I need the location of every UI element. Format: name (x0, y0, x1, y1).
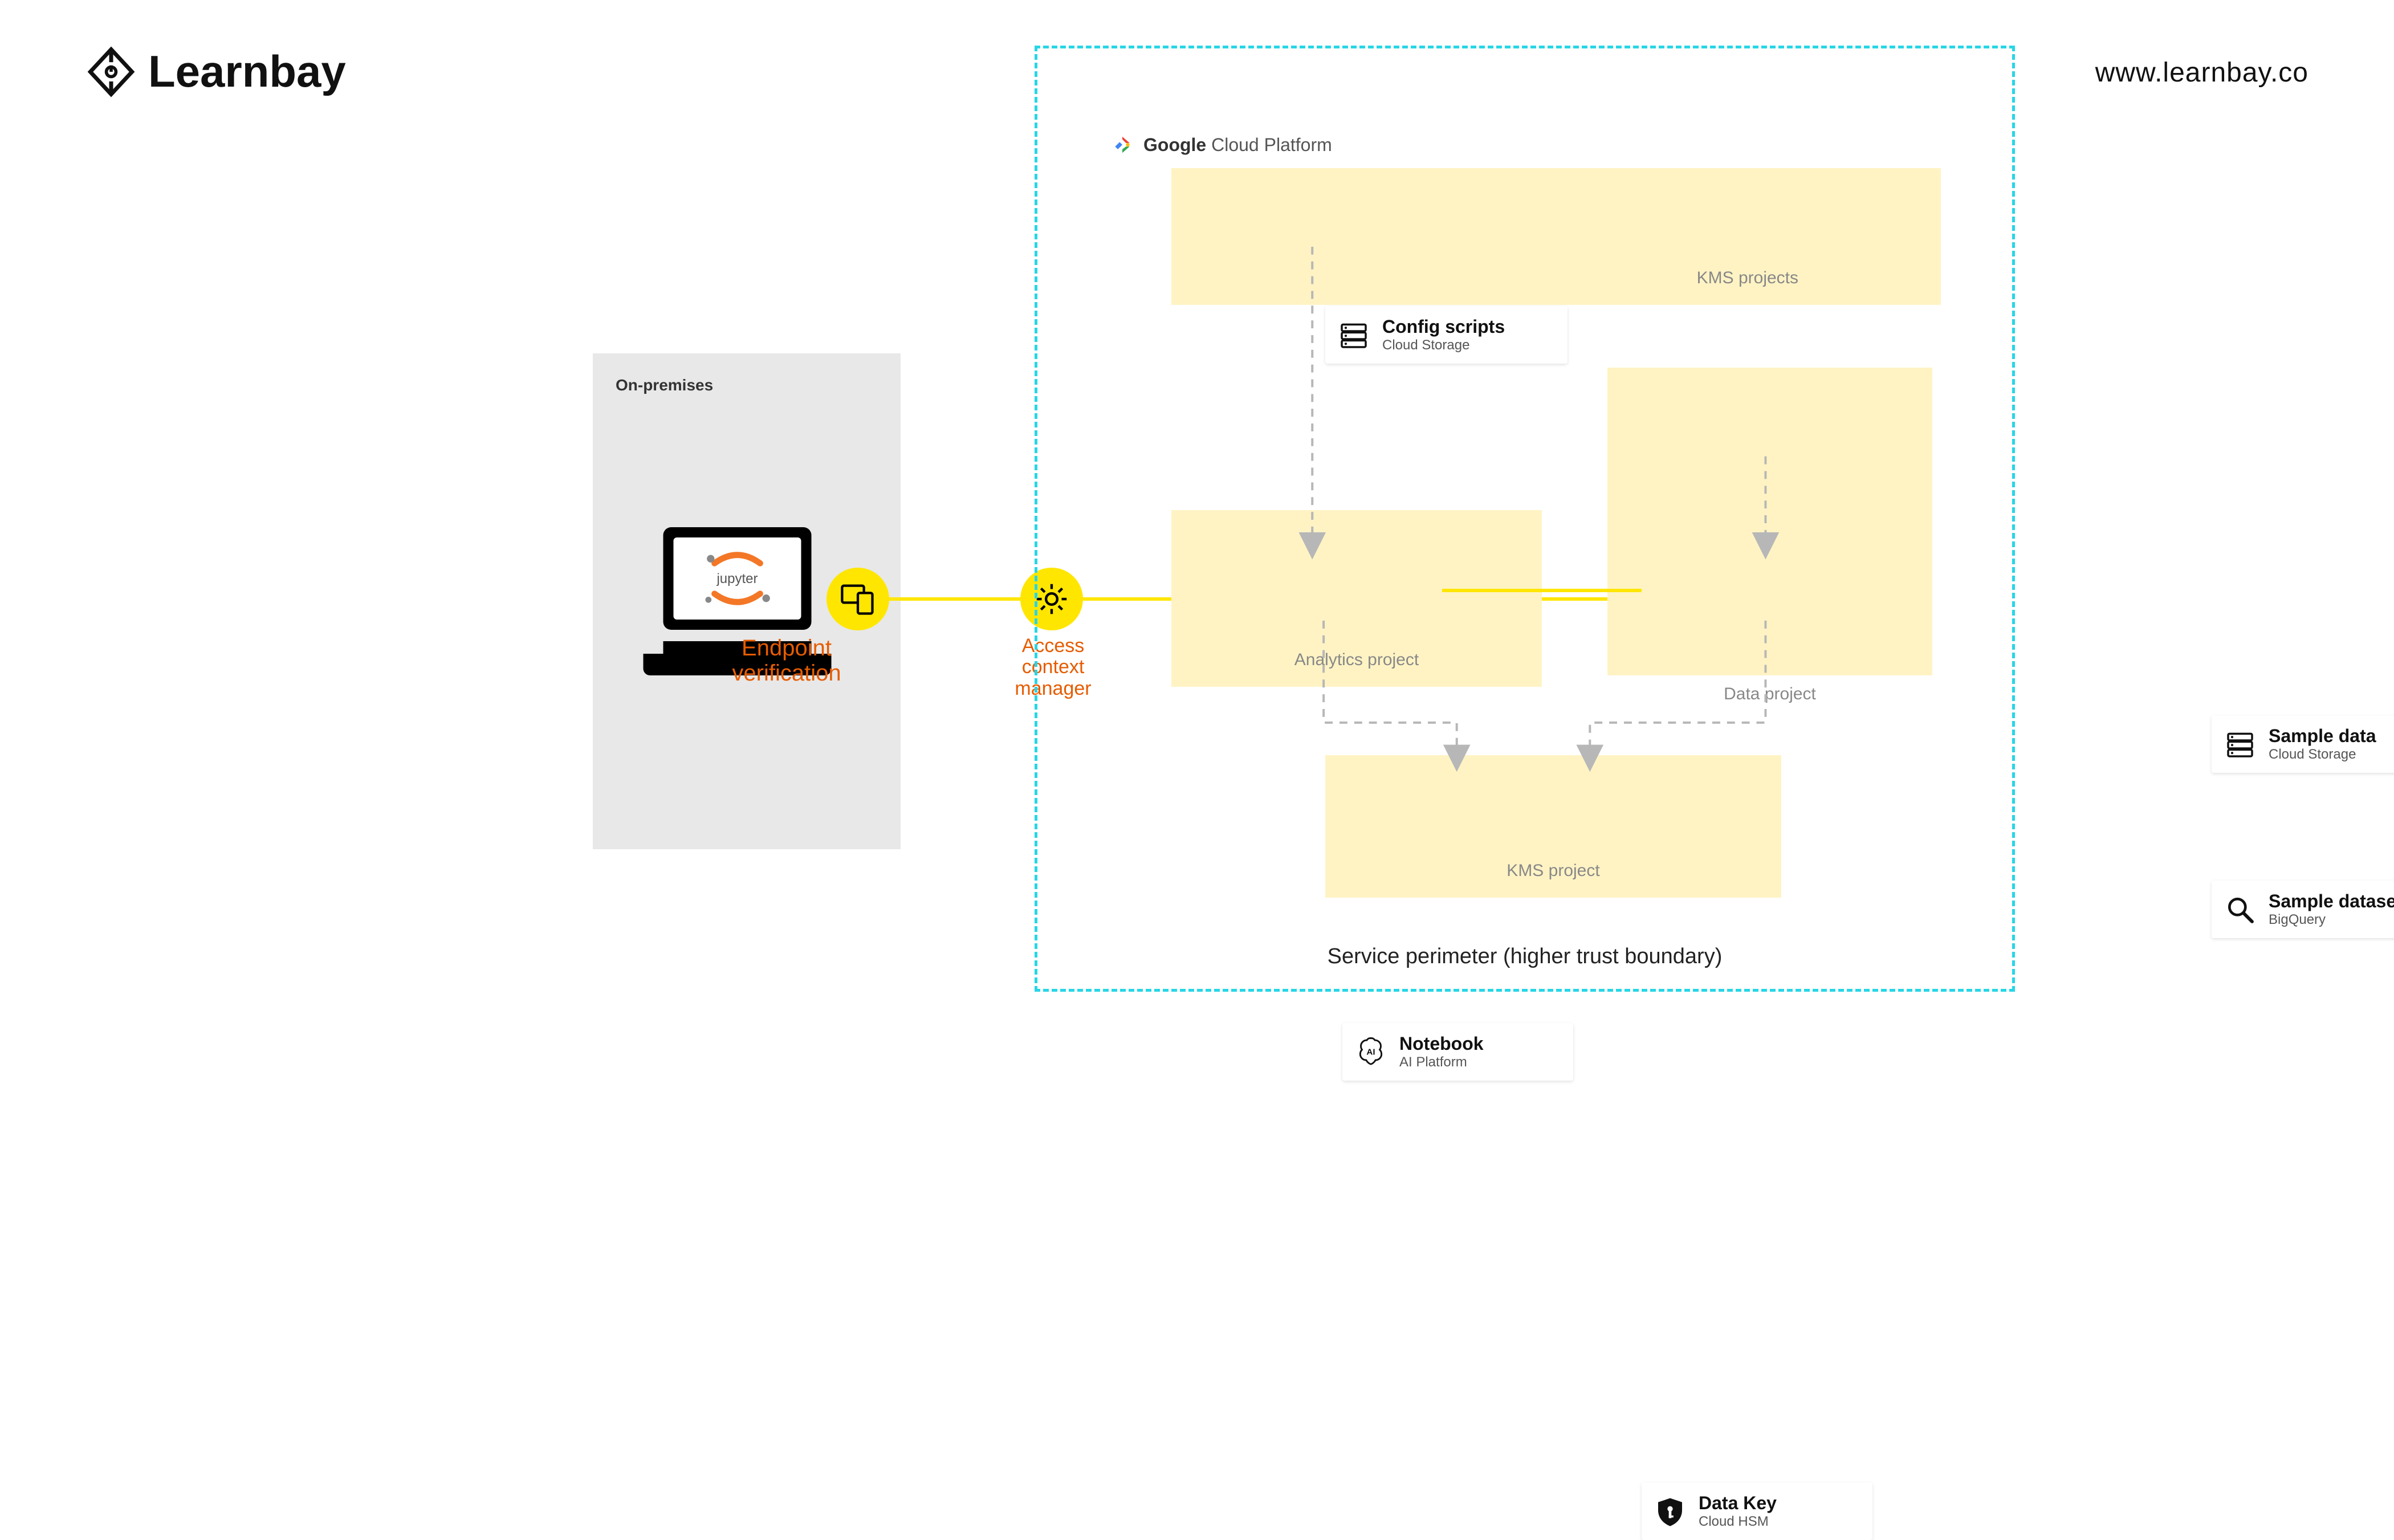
magnifier-icon (2224, 894, 2256, 926)
shield-key-icon (1654, 1496, 1686, 1527)
perimeter-caption: Service perimeter (higher trust boundary… (1328, 944, 1723, 969)
service-perimeter: Google Cloud Platform KMS projects Confi… (1035, 46, 2015, 992)
endpoint-verification-label: Endpoint verification (695, 635, 878, 686)
kms-project-label: KMS project (1507, 861, 1599, 881)
config-sub: Cloud Storage (1382, 337, 1505, 353)
config-scripts-card: Config scripts Cloud Storage (1325, 306, 1567, 364)
logo-mark-icon (85, 46, 137, 97)
notebook-card: AI Notebook AI Platform (1342, 1023, 1573, 1081)
svg-text:AI: AI (1366, 1047, 1375, 1057)
sample-dataset-card: Sample dataset BigQuery (2212, 881, 2394, 938)
endpoint-verification-badge (826, 568, 889, 630)
sample-data-title: Sample data (2269, 726, 2376, 747)
data-key-card: Data Key Cloud HSM (1642, 1482, 1872, 1540)
brand-name: Learnbay (148, 46, 346, 97)
kms-projects-label: KMS projects (1697, 268, 1798, 288)
jupyter-text: jupyter (716, 571, 758, 586)
gcp-logo-icon (1112, 134, 1133, 156)
connector-notebook-to-dataset (1442, 589, 1642, 592)
storage-icon (1338, 319, 1370, 351)
gcp-brand-prefix: Google (1143, 135, 1206, 155)
data-project-box: Data project Sample data Cloud Storage (1607, 368, 1932, 675)
jupyter-icon: jupyter (692, 547, 783, 610)
analytics-project-label: Analytics project (1294, 650, 1419, 670)
kms-project-box: KMS project Data Key Cloud HSM (1325, 755, 1781, 898)
config-title: Config scripts (1382, 316, 1505, 337)
kms-projects-box: KMS projects Config scripts Cloud Storag… (1171, 168, 1941, 305)
data-key-title: Data Key (1699, 1493, 1777, 1514)
brand-url: www.learnbay.co (2095, 57, 2308, 88)
sample-dataset-title: Sample dataset (2269, 891, 2394, 912)
devices-icon (838, 580, 877, 618)
sample-data-sub: Cloud Storage (2269, 747, 2376, 763)
notebook-title: Notebook (1399, 1033, 1484, 1054)
sample-dataset-sub: BigQuery (2269, 912, 2394, 928)
gcp-brand-rest: Cloud Platform (1211, 135, 1332, 155)
analytics-project-box: Analytics project AI Notebook AI Platfor… (1171, 510, 1542, 687)
ai-brain-icon: AI (1355, 1036, 1387, 1068)
sample-data-card: Sample data Cloud Storage (2212, 715, 2394, 773)
data-project-label: Data project (1724, 685, 1816, 704)
data-key-sub: Cloud HSM (1699, 1514, 1777, 1530)
gcp-brand: Google Cloud Platform (1112, 134, 1332, 156)
on-premises-label: On-premises (616, 376, 878, 394)
storage-icon (2224, 728, 2256, 760)
brand-logo: Learnbay (85, 46, 346, 97)
notebook-sub: AI Platform (1399, 1054, 1484, 1070)
